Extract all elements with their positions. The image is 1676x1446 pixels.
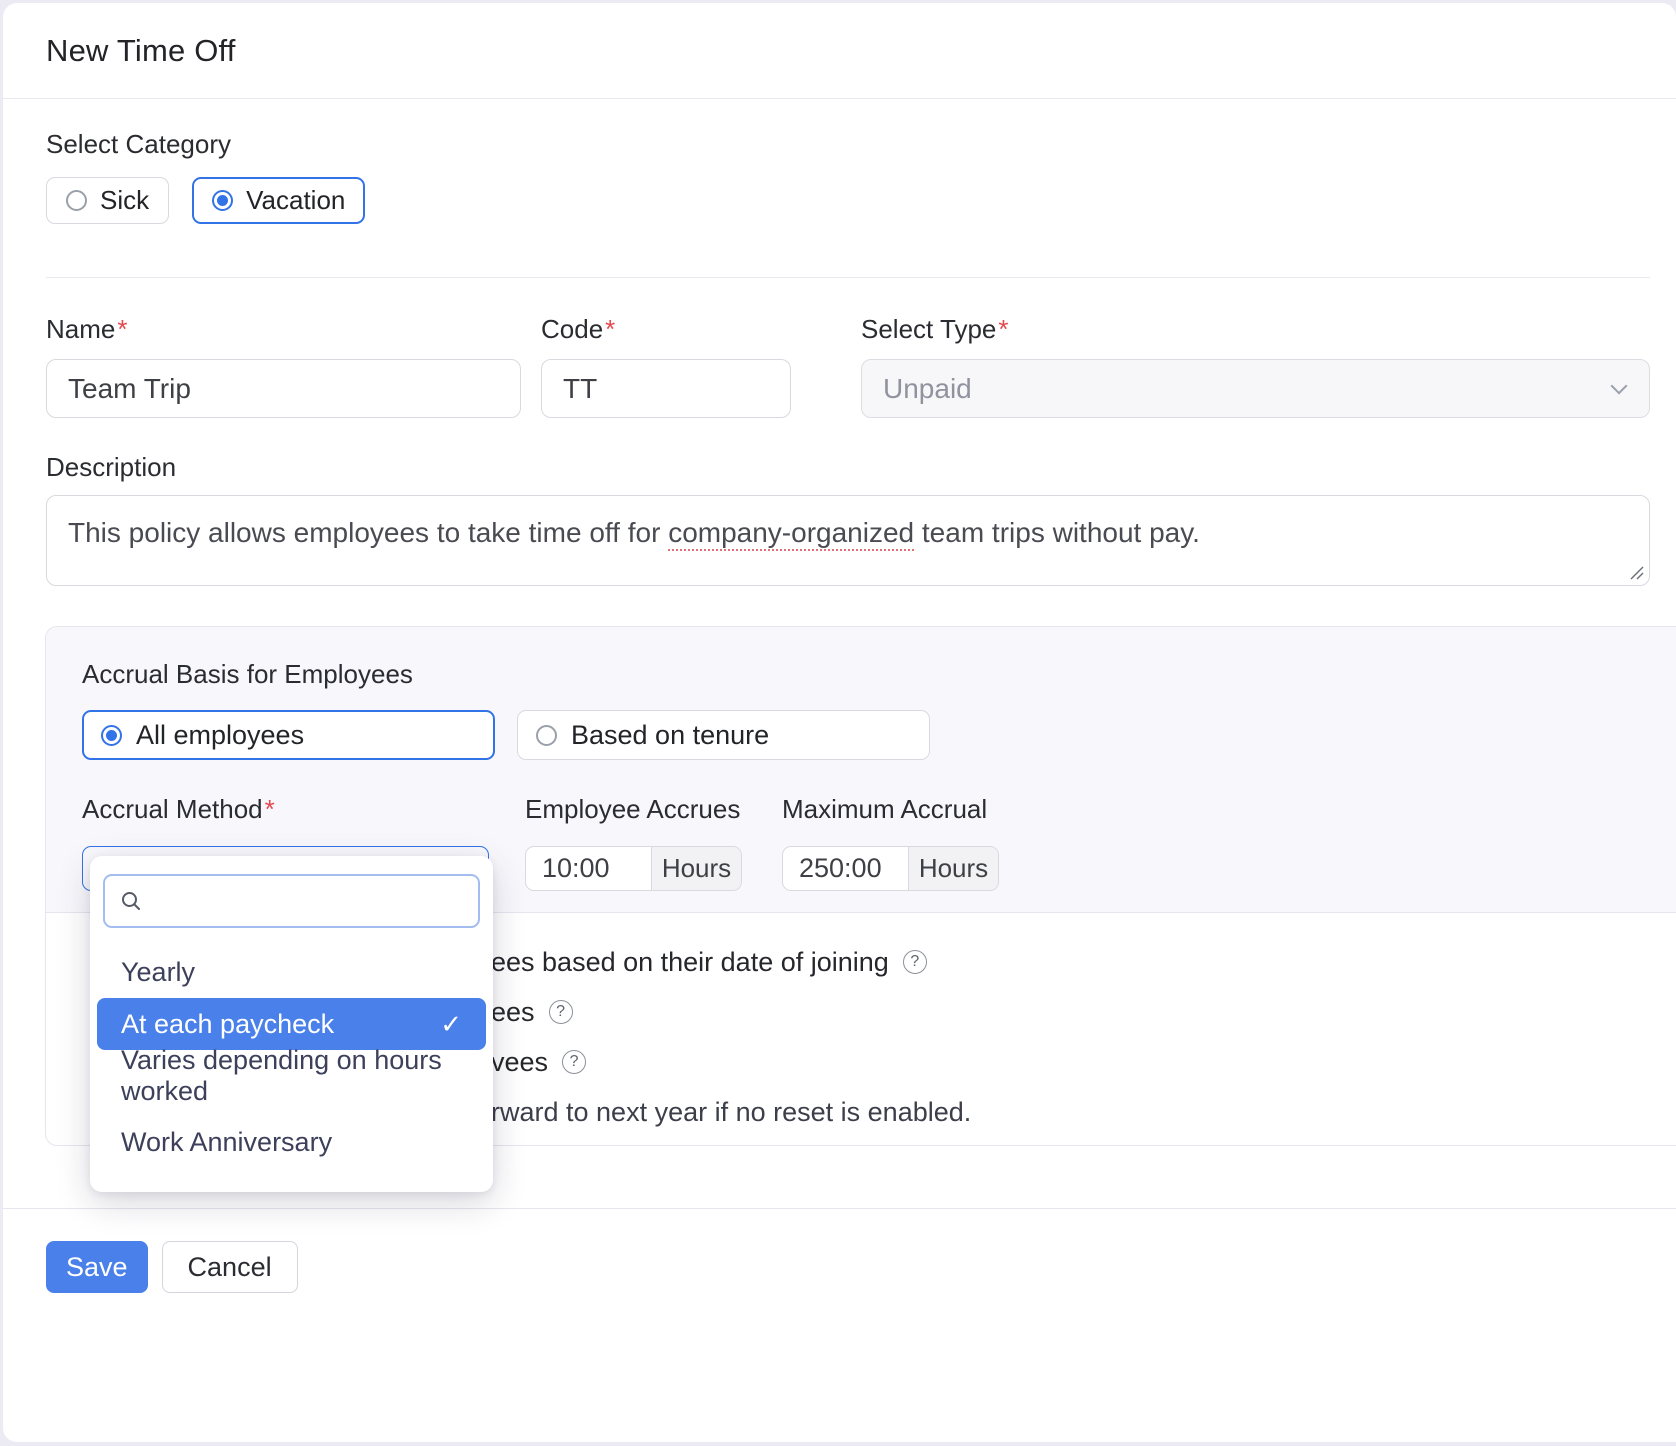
code-input[interactable]: TT [541, 359, 791, 418]
resize-handle-icon[interactable] [1628, 564, 1644, 580]
required-asterisk: * [605, 314, 615, 344]
dropdown-option-at-each-paycheck[interactable]: At each paycheck ✓ [97, 998, 486, 1050]
radio-icon [66, 190, 87, 211]
basis-option-label: Based on tenure [571, 720, 769, 751]
type-select-value: Unpaid [883, 373, 972, 405]
help-icon[interactable]: ? [562, 1050, 586, 1074]
maximum-accrual-unit: Hours [908, 847, 998, 890]
search-icon [119, 889, 143, 913]
dropdown-search-input[interactable] [103, 874, 480, 928]
radio-selected-icon [212, 190, 233, 211]
accrual-basis-label: Accrual Basis for Employees [82, 659, 1676, 690]
policy-option-row: vees ? [491, 1037, 1676, 1087]
accrual-method-label: Accrual Method* [82, 794, 489, 825]
maximum-accrual-label: Maximum Accrual [782, 794, 999, 825]
type-select[interactable]: Unpaid [861, 359, 1650, 418]
select-type-label: Select Type* [861, 314, 1650, 345]
form-header: New Time Off [3, 3, 1676, 99]
form-footer: Save Cancel [3, 1208, 1676, 1293]
cancel-button[interactable]: Cancel [162, 1241, 298, 1293]
employee-accrues-input[interactable]: 10:00 [526, 847, 651, 890]
accrual-method-dropdown: Yearly At each paycheck ✓ Varies dependi… [90, 856, 493, 1192]
employee-accrues-unit: Hours [651, 847, 741, 890]
policy-option-row: ees ? [491, 987, 1676, 1037]
chevron-down-icon [1611, 377, 1628, 394]
basis-option-all-employees[interactable]: All employees [82, 710, 495, 760]
carry-forward-note: rward to next year if no reset is enable… [491, 1097, 971, 1128]
policy-option-text: ees [491, 997, 535, 1028]
help-icon[interactable]: ? [903, 950, 927, 974]
help-icon[interactable]: ? [549, 1000, 573, 1024]
category-option-label: Vacation [246, 185, 345, 216]
policy-note-row: rward to next year if no reset is enable… [491, 1087, 1676, 1137]
policy-option-row: ees based on their date of joining ? [491, 937, 1676, 987]
category-option-vacation[interactable]: Vacation [192, 177, 365, 224]
maximum-accrual-input[interactable]: 250:00 [783, 847, 908, 890]
radio-icon [536, 725, 557, 746]
new-time-off-form: New Time Off Select Category Sick Vacati… [3, 3, 1676, 1442]
check-icon: ✓ [440, 1009, 462, 1040]
category-option-label: Sick [100, 185, 149, 216]
select-category-label: Select Category [46, 129, 1650, 160]
basis-option-based-on-tenure[interactable]: Based on tenure [517, 710, 930, 760]
dropdown-option-yearly[interactable]: Yearly [97, 946, 486, 998]
category-option-sick[interactable]: Sick [46, 177, 169, 224]
dropdown-options-list: Yearly At each paycheck ✓ Varies dependi… [90, 946, 493, 1168]
description-label: Description [46, 452, 1650, 483]
employee-accrues-label: Employee Accrues [525, 794, 742, 825]
name-label: Name* [46, 314, 521, 345]
radio-selected-icon [101, 725, 122, 746]
basis-option-label: All employees [136, 720, 304, 751]
dropdown-option-varies-depending[interactable]: Varies depending on hours worked [97, 1050, 486, 1102]
code-label: Code* [541, 314, 791, 345]
name-input[interactable]: Team Trip [46, 359, 521, 418]
save-button[interactable]: Save [46, 1241, 148, 1293]
policy-option-text: ees based on their date of joining [491, 947, 889, 978]
dropdown-option-work-anniversary[interactable]: Work Anniversary [97, 1116, 486, 1168]
page-title: New Time Off [46, 33, 236, 69]
required-asterisk: * [998, 314, 1008, 344]
required-asterisk: * [265, 794, 275, 824]
policy-option-text: vees [491, 1047, 548, 1078]
misspelled-word: company-organized [668, 517, 914, 551]
required-asterisk: * [117, 314, 127, 344]
description-textarea[interactable]: This policy allows employees to take tim… [46, 495, 1650, 586]
